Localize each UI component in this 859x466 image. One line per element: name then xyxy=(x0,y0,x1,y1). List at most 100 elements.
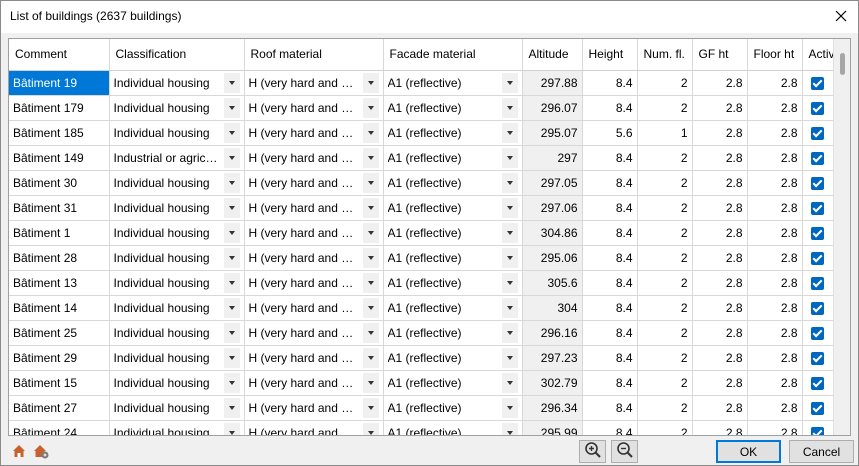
roof-material-cell[interactable]: H (very hard and den... xyxy=(244,95,384,121)
floor-height-cell[interactable]: 2.8 xyxy=(747,145,803,171)
gf-height-cell[interactable]: 2.8 xyxy=(692,95,748,121)
active-cell[interactable] xyxy=(802,270,833,296)
col-header-active[interactable]: Active xyxy=(802,39,833,71)
floor-height-cell[interactable]: 2.8 xyxy=(747,295,803,321)
table-row[interactable]: Bâtiment 13 Individual housing H (very har… xyxy=(9,270,833,296)
height-cell[interactable]: 8.4 xyxy=(582,195,638,221)
classification-cell[interactable]: Individual housing xyxy=(109,295,245,321)
classification-cell[interactable]: Individual housing xyxy=(109,245,245,271)
comment-cell[interactable]: Bâtiment 25 xyxy=(9,320,110,346)
table-row[interactable]: Bâtiment 24 Individual housing H (very har… xyxy=(9,420,833,435)
zoom-out-button[interactable] xyxy=(611,440,638,463)
chevron-down-icon[interactable] xyxy=(223,422,240,435)
chevron-down-icon[interactable] xyxy=(362,97,379,118)
classification-cell[interactable]: Individual housing xyxy=(109,170,245,196)
num-floors-cell[interactable]: 2 xyxy=(637,70,693,96)
table-row[interactable]: Bâtiment 19 Individual housing H (very har… xyxy=(9,70,833,96)
chevron-down-icon[interactable] xyxy=(223,172,240,193)
table-row[interactable]: Bâtiment 185 Individual housing H (very ha… xyxy=(9,120,833,146)
chevron-down-icon[interactable] xyxy=(501,97,518,118)
chevron-down-icon[interactable] xyxy=(501,147,518,168)
facade-material-cell[interactable]: A1 (reflective) xyxy=(383,345,523,371)
gf-height-cell[interactable]: 2.8 xyxy=(692,295,748,321)
altitude-cell[interactable]: 304 xyxy=(522,295,583,321)
active-cell[interactable] xyxy=(802,295,833,321)
active-cell[interactable] xyxy=(802,395,833,421)
floor-height-cell[interactable]: 2.8 xyxy=(747,395,803,421)
floor-height-cell[interactable]: 2.8 xyxy=(747,420,803,435)
active-cell[interactable] xyxy=(802,120,833,146)
floor-height-cell[interactable]: 2.8 xyxy=(747,370,803,396)
num-floors-cell[interactable]: 2 xyxy=(637,145,693,171)
chevron-down-icon[interactable] xyxy=(362,422,379,435)
active-checkbox[interactable] xyxy=(811,126,824,140)
height-cell[interactable]: 8.4 xyxy=(582,145,638,171)
active-cell[interactable] xyxy=(802,220,833,246)
chevron-down-icon[interactable] xyxy=(223,197,240,218)
facade-material-cell[interactable]: A1 (reflective) xyxy=(383,320,523,346)
table-row[interactable]: Bâtiment 27 Individual housing H (very har… xyxy=(9,395,833,421)
comment-cell[interactable]: Bâtiment 30 xyxy=(9,170,110,196)
facade-material-cell[interactable]: A1 (reflective) xyxy=(383,145,523,171)
altitude-cell[interactable]: 297.05 xyxy=(522,170,583,196)
chevron-down-icon[interactable] xyxy=(223,322,240,343)
active-cell[interactable] xyxy=(802,345,833,371)
classification-cell[interactable]: Individual housing xyxy=(109,120,245,146)
chevron-down-icon[interactable] xyxy=(362,222,379,243)
active-checkbox[interactable] xyxy=(811,226,824,240)
table-row[interactable]: Bâtiment 28 Individual housing H (very har… xyxy=(9,245,833,271)
altitude-cell[interactable]: 296.34 xyxy=(522,395,583,421)
chevron-down-icon[interactable] xyxy=(362,72,379,93)
num-floors-cell[interactable]: 2 xyxy=(637,345,693,371)
active-checkbox[interactable] xyxy=(811,176,824,190)
facade-material-cell[interactable]: A1 (reflective) xyxy=(383,70,523,96)
altitude-cell[interactable]: 304.86 xyxy=(522,220,583,246)
height-cell[interactable]: 8.4 xyxy=(582,320,638,346)
active-checkbox[interactable] xyxy=(811,301,824,315)
chevron-down-icon[interactable] xyxy=(362,297,379,318)
gf-height-cell[interactable]: 2.8 xyxy=(692,395,748,421)
active-cell[interactable] xyxy=(802,195,833,221)
comment-cell[interactable]: Bâtiment 28 xyxy=(9,245,110,271)
active-checkbox[interactable] xyxy=(811,426,824,435)
zoom-in-button[interactable] xyxy=(579,440,606,463)
table-row[interactable]: Bâtiment 1 Individual housing H (very hard… xyxy=(9,220,833,246)
chevron-down-icon[interactable] xyxy=(501,247,518,268)
classification-cell[interactable]: Individual housing xyxy=(109,395,245,421)
gf-height-cell[interactable]: 2.8 xyxy=(692,195,748,221)
facade-material-cell[interactable]: A1 (reflective) xyxy=(383,370,523,396)
facade-material-cell[interactable]: A1 (reflective) xyxy=(383,270,523,296)
classification-cell[interactable]: Individual housing xyxy=(109,95,245,121)
active-cell[interactable] xyxy=(802,320,833,346)
roof-material-cell[interactable]: H (very hard and den... xyxy=(244,120,384,146)
facade-material-cell[interactable]: A1 (reflective) xyxy=(383,195,523,221)
chevron-down-icon[interactable] xyxy=(223,347,240,368)
gf-height-cell[interactable]: 2.8 xyxy=(692,420,748,435)
chevron-down-icon[interactable] xyxy=(223,272,240,293)
col-header-num-floors[interactable]: Num. fl. xyxy=(637,39,693,71)
floor-height-cell[interactable]: 2.8 xyxy=(747,270,803,296)
comment-cell[interactable]: Bâtiment 14 xyxy=(9,295,110,321)
table-row[interactable]: Bâtiment 149 Industrial or agricultu... H … xyxy=(9,145,833,171)
facade-material-cell[interactable]: A1 (reflective) xyxy=(383,395,523,421)
floor-height-cell[interactable]: 2.8 xyxy=(747,170,803,196)
active-checkbox[interactable] xyxy=(811,401,824,415)
num-floors-cell[interactable]: 1 xyxy=(637,120,693,146)
gf-height-cell[interactable]: 2.8 xyxy=(692,70,748,96)
chevron-down-icon[interactable] xyxy=(362,272,379,293)
chevron-down-icon[interactable] xyxy=(362,122,379,143)
chevron-down-icon[interactable] xyxy=(362,147,379,168)
col-header-roof-material[interactable]: Roof material xyxy=(244,39,384,71)
comment-cell[interactable]: Bâtiment 27 xyxy=(9,395,110,421)
roof-material-cell[interactable]: H (very hard and den... xyxy=(244,145,384,171)
table-row[interactable]: Bâtiment 29 Individual housing H (very har… xyxy=(9,345,833,371)
col-header-facade-material[interactable]: Facade material xyxy=(383,39,523,71)
ok-button[interactable]: OK xyxy=(716,440,781,463)
table-row[interactable]: Bâtiment 31 Individual housing H (very har… xyxy=(9,195,833,221)
active-checkbox[interactable] xyxy=(811,276,824,290)
comment-cell[interactable]: Bâtiment 185 xyxy=(9,120,110,146)
floor-height-cell[interactable]: 2.8 xyxy=(747,195,803,221)
height-cell[interactable]: 8.4 xyxy=(582,295,638,321)
active-checkbox[interactable] xyxy=(811,376,824,390)
chevron-down-icon[interactable] xyxy=(223,397,240,418)
